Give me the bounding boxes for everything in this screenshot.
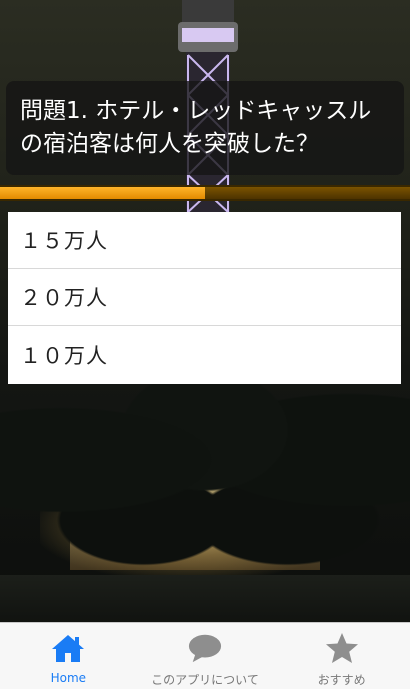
tab-label: Home [50, 671, 87, 685]
home-icon [51, 631, 85, 665]
answer-option-1[interactable]: １５万人 [8, 212, 401, 269]
star-icon [325, 631, 359, 665]
tab-bar: Home このアプリについて おすすめ [0, 622, 410, 689]
progress-remaining [205, 187, 410, 199]
speech-bubble-icon [188, 631, 222, 665]
answer-label: １０万人 [20, 344, 108, 368]
answer-label: ２０万人 [20, 286, 108, 310]
question-box: 問題1. ホテル・レッドキャッスルの宿泊客は何人を突破した？ [6, 81, 404, 175]
answer-option-3[interactable]: １０万人 [8, 326, 401, 384]
answer-option-2[interactable]: ２０万人 [8, 269, 401, 326]
progress-fill [0, 187, 205, 199]
question-text: 問題1. ホテル・レッドキャッスルの宿泊客は何人を突破した？ [20, 98, 372, 157]
ground [0, 575, 410, 622]
tab-label: このアプリについて [151, 673, 259, 687]
tab-label: おすすめ [317, 673, 366, 687]
tab-about-app[interactable]: このアプリについて [137, 623, 274, 689]
tab-recommended[interactable]: おすすめ [273, 623, 410, 689]
answer-label: １５万人 [20, 229, 108, 253]
tab-home[interactable]: Home [0, 623, 137, 689]
tree-silhouettes [0, 380, 410, 580]
progress-bar [0, 185, 410, 201]
answer-list: １５万人 ２０万人 １０万人 [8, 212, 401, 384]
